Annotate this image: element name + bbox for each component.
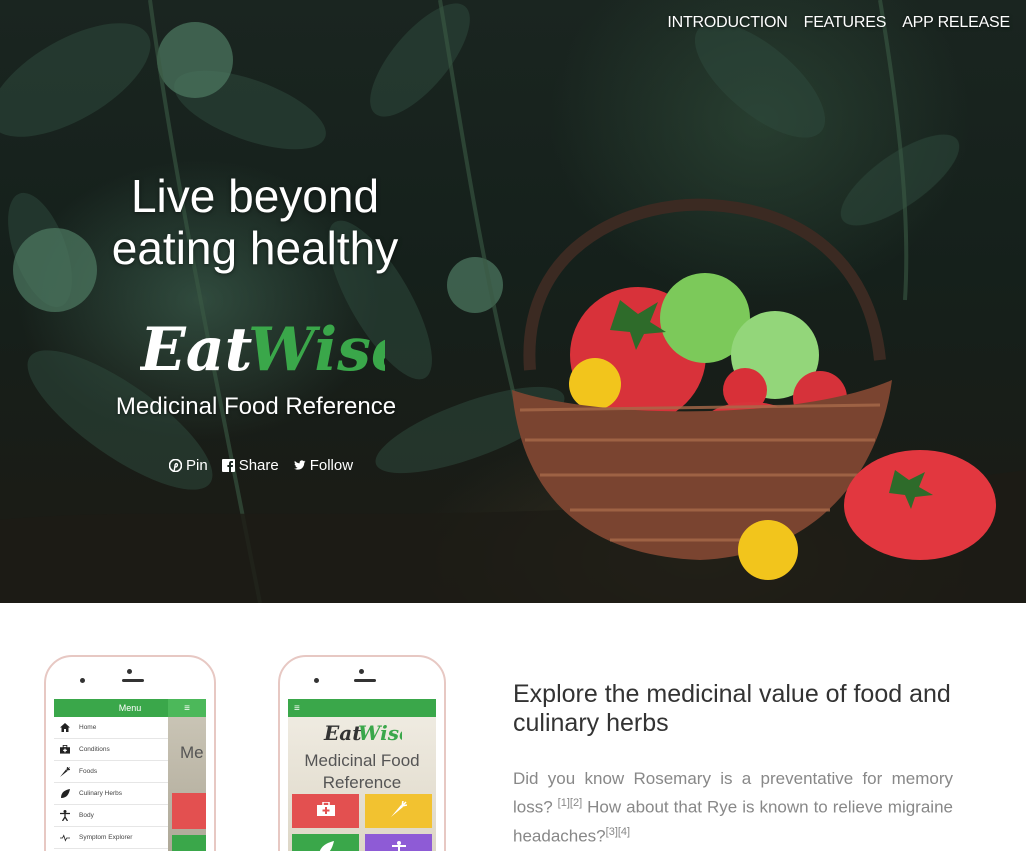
menu-item-label: Body	[79, 812, 94, 819]
menu-item-label: Culinary Herbs	[79, 790, 122, 797]
tile-foods	[365, 794, 432, 828]
phone-camera	[127, 669, 132, 674]
app-logo-eat: Eat	[323, 721, 362, 745]
pin-link[interactable]: Pin	[169, 457, 208, 474]
phone-sensor	[80, 678, 85, 683]
share-label: Share	[238, 457, 279, 474]
share-link[interactable]: Share	[221, 457, 279, 474]
menu-item-conditions: Conditions	[54, 739, 168, 761]
headline-line-2: eating healthy	[111, 222, 399, 274]
phone-mockup-home: ≡ Eat Wise Medicinal Food Reference	[278, 655, 446, 851]
app-tile-grid	[292, 794, 432, 851]
menu-item-label: Conditions	[79, 746, 110, 753]
side-tile-red	[172, 793, 206, 829]
app-logo: Eat Wise	[323, 721, 412, 745]
facebook-icon	[221, 459, 235, 472]
menu-side-preview: Me	[168, 717, 206, 851]
explore-heading: Explore the medicinal value of food and …	[513, 680, 951, 737]
hero-subtitle: Medicinal Food Reference	[115, 393, 397, 420]
pulse-icon	[60, 833, 70, 843]
menu-item-home: Home	[54, 717, 168, 739]
phone-screen: ≡ Eat Wise Medicinal Food Reference	[288, 699, 436, 851]
carrot-icon	[60, 766, 70, 777]
menu-item-symptom-explorer: Symptom Explorer	[54, 827, 168, 849]
leaf-icon	[318, 840, 334, 851]
phone-screen: Menu ≡ Home Conditions Foods Culinary He…	[54, 699, 206, 851]
phone-earpiece	[354, 679, 376, 682]
pinterest-icon	[169, 459, 182, 472]
tile-conditions	[292, 794, 359, 828]
app-header: ≡	[288, 699, 436, 717]
nav-introduction[interactable]: INTRODUCTION	[667, 14, 787, 32]
menu-header: Menu ≡	[54, 699, 206, 717]
app-subtitle-line-1: Medicinal Food	[304, 751, 420, 770]
phone-earpiece	[122, 679, 144, 682]
phone-camera	[359, 669, 364, 674]
app-logo-wise: Wise	[358, 721, 402, 745]
nav-app-release[interactable]: APP RELEASE	[902, 14, 1010, 32]
tile-culinary-herbs	[292, 834, 359, 851]
pin-label: Pin	[186, 457, 208, 474]
side-preview-text: Me	[180, 743, 204, 762]
follow-label: Follow	[309, 457, 354, 474]
hero-section: INTRODUCTION FEATURES APP RELEASE Live b…	[0, 0, 1026, 603]
menu-item-label: Symptom Explorer	[79, 834, 133, 841]
medkit-icon	[316, 800, 335, 821]
leaf-icon	[60, 788, 70, 799]
eatwise-logo: Eat Wise	[138, 312, 409, 385]
reference-link-3-4[interactable]: [3][4]	[606, 826, 630, 838]
tile-body	[365, 834, 432, 851]
explore-paragraph: Did you know Rosemary is a preventative …	[513, 767, 953, 848]
hero-headline: Live beyond eating healthy	[100, 170, 410, 274]
nav-features[interactable]: FEATURES	[804, 14, 887, 32]
menu-title: Menu	[118, 703, 142, 713]
twitter-icon	[293, 459, 306, 472]
top-nav: INTRODUCTION FEATURES APP RELEASE	[667, 14, 1010, 32]
hero-background-image	[0, 0, 1026, 603]
social-links: Pin Share Follow	[169, 457, 353, 474]
app-subtitle-line-2: Reference	[322, 773, 402, 792]
hamburger-icon: ≡	[294, 702, 300, 714]
app-home-screen: Eat Wise Medicinal Food Reference	[288, 717, 436, 851]
logo-word-wise: Wise	[248, 315, 385, 382]
body-icon	[60, 810, 70, 821]
side-tile-green	[172, 835, 206, 851]
menu-item-foods: Foods	[54, 761, 168, 783]
phone-sensor	[314, 678, 319, 683]
reference-link-1-2[interactable]: [1][2]	[558, 797, 582, 809]
menu-item-label: Foods	[79, 768, 98, 775]
menu-item-label: Home	[79, 724, 97, 731]
medkit-icon	[60, 745, 70, 755]
headline-line-1: Live beyond	[130, 170, 380, 222]
body-icon	[391, 840, 406, 851]
menu-item-culinary-herbs: Culinary Herbs	[54, 783, 168, 805]
follow-link[interactable]: Follow	[293, 457, 353, 474]
menu-list: Home Conditions Foods Culinary Herbs Bod…	[54, 717, 168, 851]
hamburger-icon: ≡	[168, 699, 206, 717]
home-icon	[60, 723, 70, 733]
menu-item-body: Body	[54, 805, 168, 827]
logo-word-eat: Eat	[140, 315, 253, 382]
carrot-icon	[390, 800, 407, 822]
app-subtitle: Medicinal Food Reference	[288, 750, 436, 794]
phone-mockup-menu: Menu ≡ Home Conditions Foods Culinary He…	[44, 655, 216, 851]
